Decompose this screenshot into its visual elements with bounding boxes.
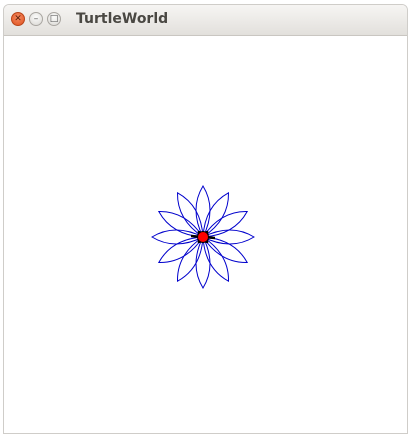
turtleworld-window: ✕ – □ TurtleWorld <box>3 4 408 434</box>
minimize-button[interactable]: – <box>29 12 43 26</box>
close-icon: ✕ <box>14 14 22 24</box>
petal <box>195 235 211 289</box>
maximize-icon: □ <box>49 14 59 24</box>
title-bar[interactable]: ✕ – □ TurtleWorld <box>4 5 407 36</box>
window-title: TurtleWorld <box>76 11 169 27</box>
minimize-icon: – <box>33 14 39 24</box>
drawing-surface <box>151 185 255 289</box>
petal <box>195 185 211 239</box>
maximize-button[interactable]: □ <box>47 12 61 26</box>
turtle-canvas[interactable] <box>4 36 407 433</box>
turtle-body <box>197 231 209 243</box>
turtle-icon <box>190 231 216 243</box>
close-button[interactable]: ✕ <box>11 12 25 26</box>
